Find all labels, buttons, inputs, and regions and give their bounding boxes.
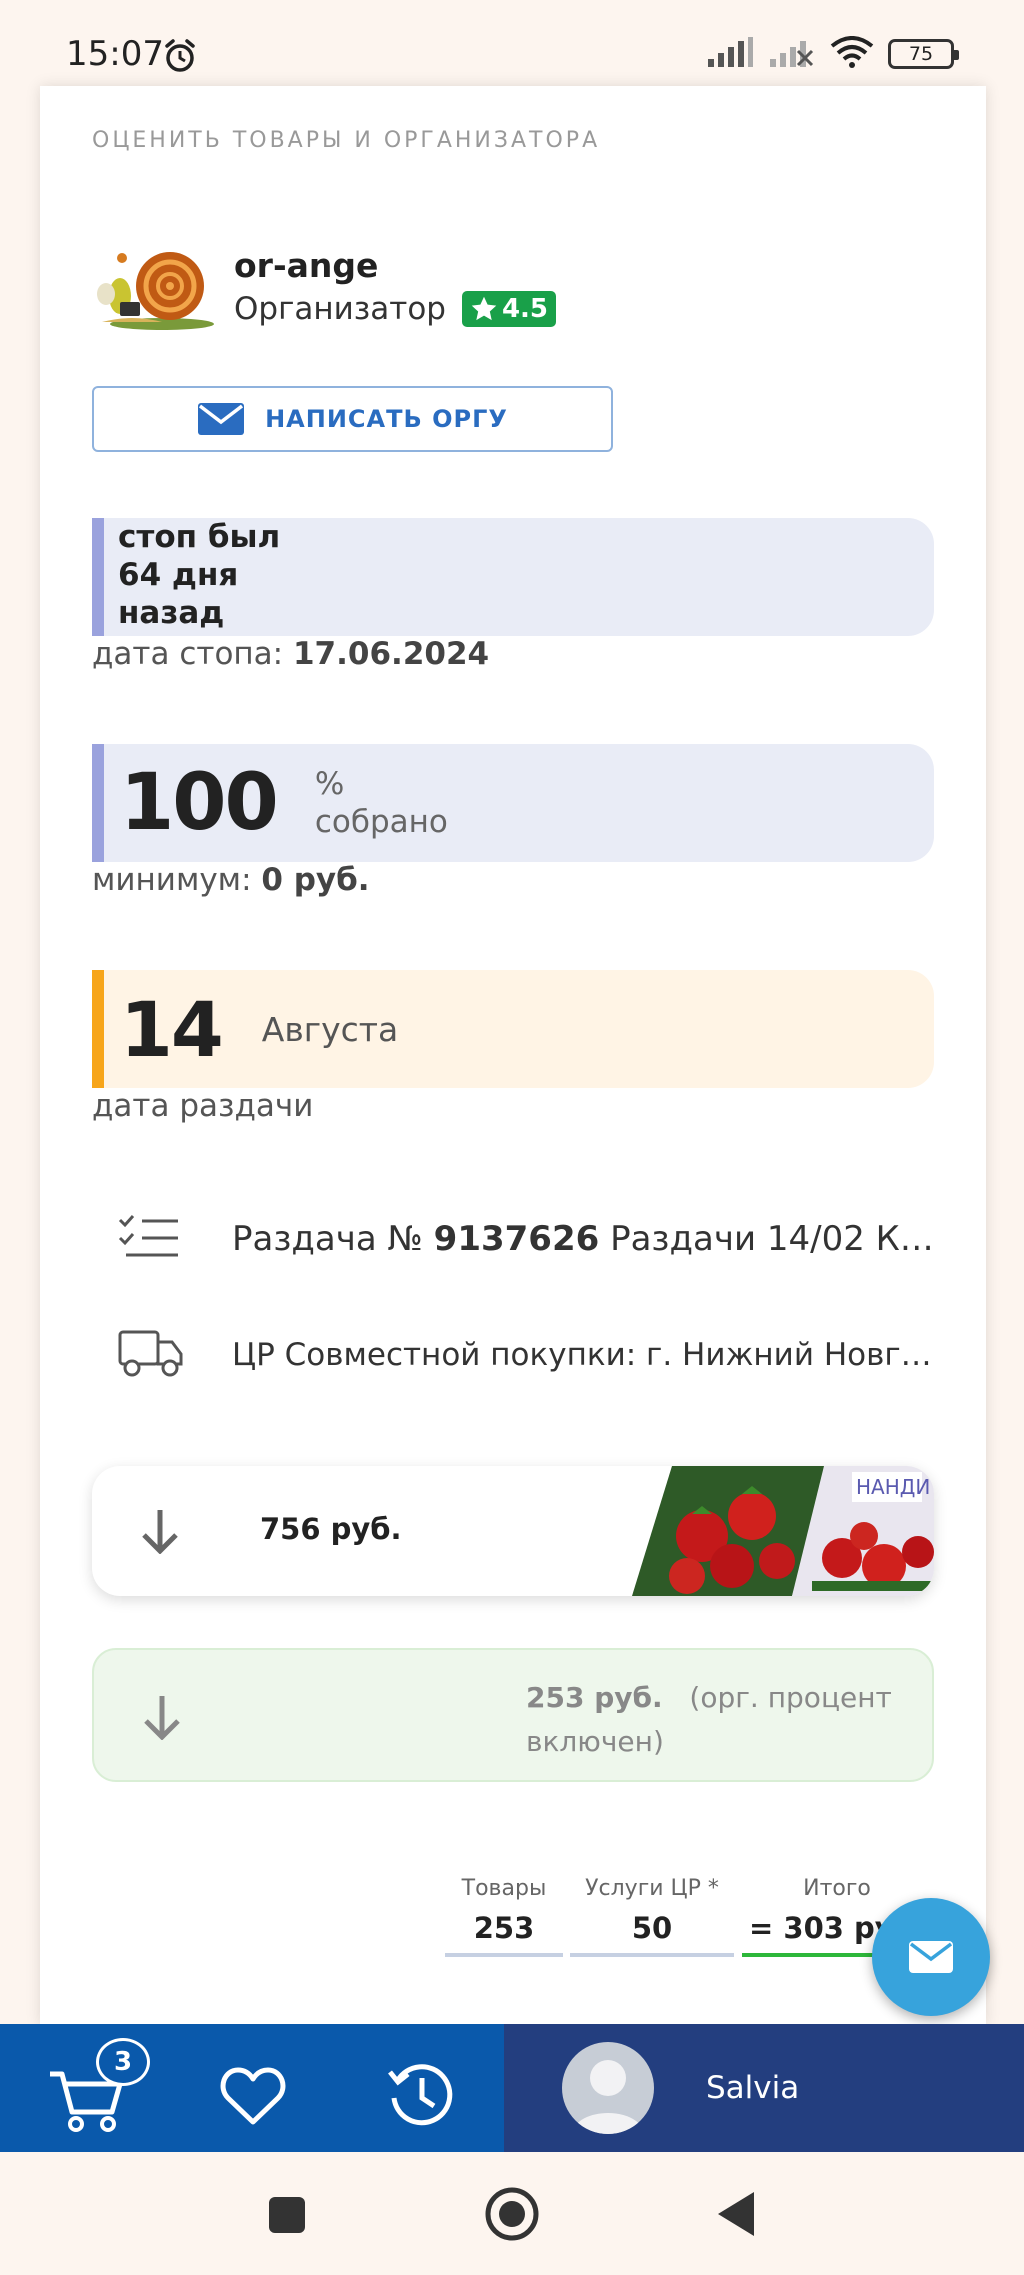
purchase-card: ОЦЕНИТЬ ТОВАРЫ И ОРГАНИЗАТОРА or-ange Ор… <box>40 86 986 2026</box>
minimum-line: минимум: 0 руб. <box>92 862 370 898</box>
status-bar: 15:07 75 <box>0 0 1024 86</box>
favorites-heart-icon[interactable] <box>220 2066 286 2130</box>
totals-goods-label: Товары <box>461 1876 547 1901</box>
distribution-point-name: Раздачи 14/02 Клу... <box>610 1219 942 1259</box>
status-time: 15:07 <box>66 34 164 74</box>
battery-icon: 75 <box>888 39 959 69</box>
totals-services: Услуги ЦР * 50 <box>570 1876 734 1957</box>
org-fee-card[interactable]: 253 руб. (орг. процент включен) <box>92 1648 934 1782</box>
home-circle-icon[interactable] <box>484 2186 540 2246</box>
user-avatar[interactable] <box>562 2042 654 2134</box>
checklist-icon <box>118 1212 188 1266</box>
organizer-name[interactable]: or-ange <box>234 246 556 285</box>
rating-value: 4.5 <box>501 293 549 324</box>
distribution-label: дата раздачи <box>92 1088 314 1124</box>
cart-count-badge: 3 <box>96 2038 150 2086</box>
distribution-point-row[interactable]: Раздача № 9137626 Раздачи 14/02 Клу... <box>118 1212 968 1266</box>
history-icon[interactable] <box>386 2060 456 2134</box>
section-title[interactable]: ОЦЕНИТЬ ТОВАРЫ И ОРГАНИЗАТОРА <box>92 128 600 153</box>
distribution-date-box: 14 Августа <box>92 970 934 1088</box>
minimum-value: 0 руб. <box>261 862 370 898</box>
write-organizer-label: НАПИСАТЬ ОРГУ <box>265 405 508 433</box>
totals-goods: Товары 253 <box>445 1876 563 1957</box>
org-fee-amount: 253 руб. <box>526 1681 663 1714</box>
collected-percent: 100 <box>120 758 279 848</box>
user-name[interactable]: Salvia <box>706 2070 799 2106</box>
back-triangle-icon[interactable] <box>716 2190 756 2242</box>
distribution-number: 9137626 <box>433 1219 600 1259</box>
alarm-icon <box>162 38 198 78</box>
totals-goods-value: 253 <box>473 1911 535 1945</box>
mail-icon <box>198 403 245 435</box>
totals-goods-underline <box>445 1953 563 1957</box>
recents-square-icon[interactable] <box>268 2196 306 2238</box>
truck-icon <box>118 1326 188 1384</box>
arrow-down-icon <box>140 1508 180 1558</box>
mail-icon <box>909 1941 953 1973</box>
totals-services-underline <box>570 1953 734 1957</box>
distribution-prefix: Раздача № <box>232 1219 423 1259</box>
write-organizer-button[interactable]: НАПИСАТЬ ОРГУ <box>92 386 613 452</box>
org-fee-text: 253 руб. (орг. процент включен) <box>526 1676 906 1764</box>
stop-date: 17.06.2024 <box>292 636 490 672</box>
collected-label: собрано <box>314 804 448 840</box>
bottom-nav: 3 Salvia <box>0 2024 1024 2152</box>
star-icon <box>471 296 497 320</box>
distribution-day: 14 <box>120 984 224 1074</box>
system-nav-bar <box>0 2152 1024 2275</box>
distribution-point-text[interactable]: Раздача № 9137626 Раздачи 14/02 Клу... <box>232 1219 942 1259</box>
collected-box: 100 % собрано <box>92 744 934 862</box>
organizer-block[interactable]: or-ange Организатор 4.5 <box>92 236 557 336</box>
organizer-role: Организатор <box>234 290 446 327</box>
totals-total-label: Итого <box>803 1876 871 1901</box>
goods-amount: 756 руб. <box>260 1512 402 1546</box>
stop-text: стоп был 64 дня назад <box>118 519 281 631</box>
minimum-label: минимум: <box>92 862 252 898</box>
distribution-month: Августа <box>261 1009 399 1049</box>
center-row[interactable]: ЦР Совместной покупки: г. Нижний Новгоро… <box>118 1326 968 1384</box>
center-text[interactable]: ЦР Совместной покупки: г. Нижний Новгоро… <box>232 1337 942 1373</box>
percent-sign: % <box>314 766 345 802</box>
rating-badge: 4.5 <box>461 290 557 327</box>
totals-services-label: Услуги ЦР * <box>585 1876 719 1901</box>
wifi-icon <box>830 36 874 72</box>
arrow-down-icon <box>142 1694 182 1744</box>
stop-date-label: дата стопа: <box>92 636 284 672</box>
product-thumb-2[interactable]: НАНДИ <box>792 1466 934 1596</box>
signal-icon <box>706 37 754 71</box>
organizer-avatar[interactable] <box>92 236 218 336</box>
stop-box: стоп был 64 дня назад <box>92 518 934 636</box>
stop-date-line: дата стопа: 17.06.2024 <box>92 636 489 672</box>
totals-services-value: 50 <box>631 1911 673 1945</box>
goods-price-card[interactable]: 756 руб. НАНДИ <box>92 1466 934 1596</box>
message-fab-button[interactable] <box>872 1898 990 2016</box>
svg-text:НАНДИ: НАНДИ <box>856 1475 930 1499</box>
signal-off-icon <box>768 37 816 71</box>
